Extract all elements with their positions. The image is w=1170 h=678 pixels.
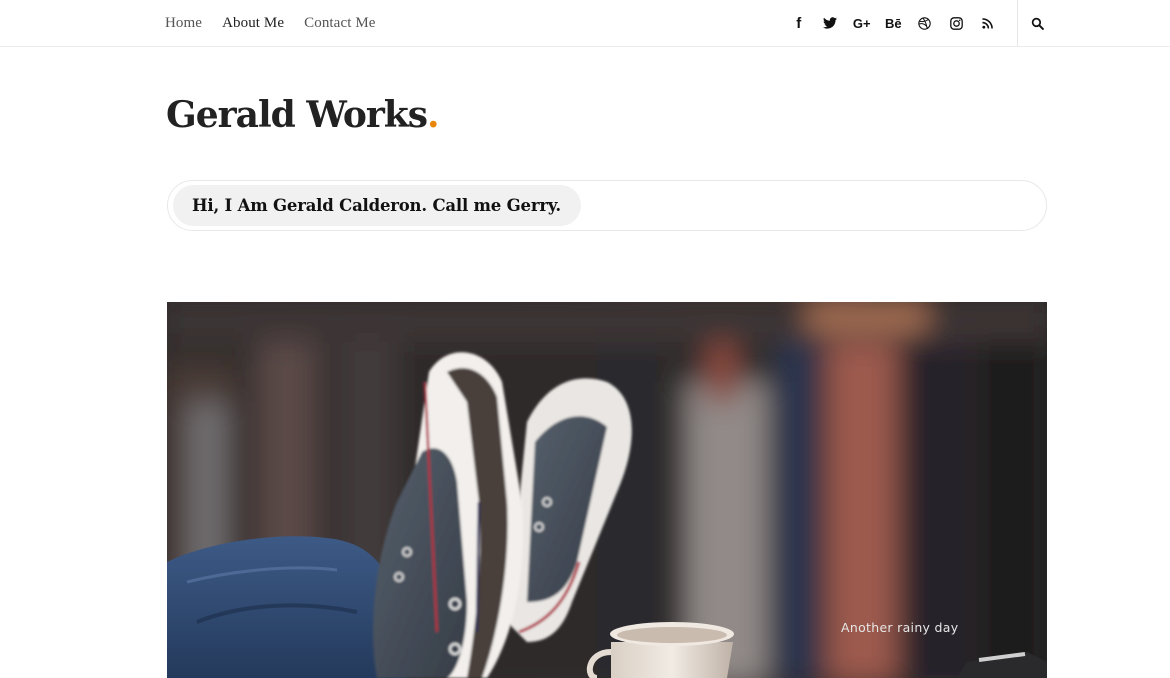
behance-icon[interactable]: Bē	[878, 0, 910, 46]
search-icon	[1031, 17, 1044, 30]
google-plus-glyph: G+	[852, 15, 871, 31]
photo-caption: Another rainy day	[841, 620, 959, 635]
main-nav: Home About Me Contact Me	[165, 0, 396, 46]
nav-item-about-me[interactable]: About Me	[222, 15, 284, 32]
behance-glyph: Bē	[884, 15, 902, 31]
top-bar: Home About Me Contact Me f G+ Bē	[0, 0, 1170, 47]
dribbble-icon[interactable]	[909, 0, 941, 46]
dribbble-ball-icon	[918, 16, 931, 30]
site-title-dot: .	[427, 94, 440, 136]
google-plus-icon[interactable]: G+	[846, 0, 878, 46]
twitter-bird-icon	[823, 17, 838, 29]
site-tagline: Hi, I Am Gerald Calderon. Call me Gerry.	[173, 185, 581, 226]
social-links: f G+ Bē	[783, 0, 1004, 46]
nav-item-home[interactable]: Home	[165, 15, 202, 32]
instagram-camera-icon	[949, 16, 963, 30]
facebook-glyph: f	[796, 14, 802, 32]
tagline-container: Hi, I Am Gerald Calderon. Call me Gerry.	[167, 180, 1047, 231]
rss-icon[interactable]	[972, 0, 1004, 46]
hero-image: Another rainy day	[167, 302, 1047, 678]
twitter-icon[interactable]	[815, 0, 847, 46]
rss-feed-icon	[982, 17, 994, 29]
site-title-text: Gerald Works	[166, 94, 428, 136]
instagram-icon[interactable]	[941, 0, 973, 46]
facebook-icon[interactable]: f	[783, 0, 815, 46]
search-button[interactable]	[1018, 0, 1056, 46]
site-title[interactable]: Gerald Works.	[166, 94, 440, 136]
nav-item-contact-me[interactable]: Contact Me	[304, 15, 375, 32]
